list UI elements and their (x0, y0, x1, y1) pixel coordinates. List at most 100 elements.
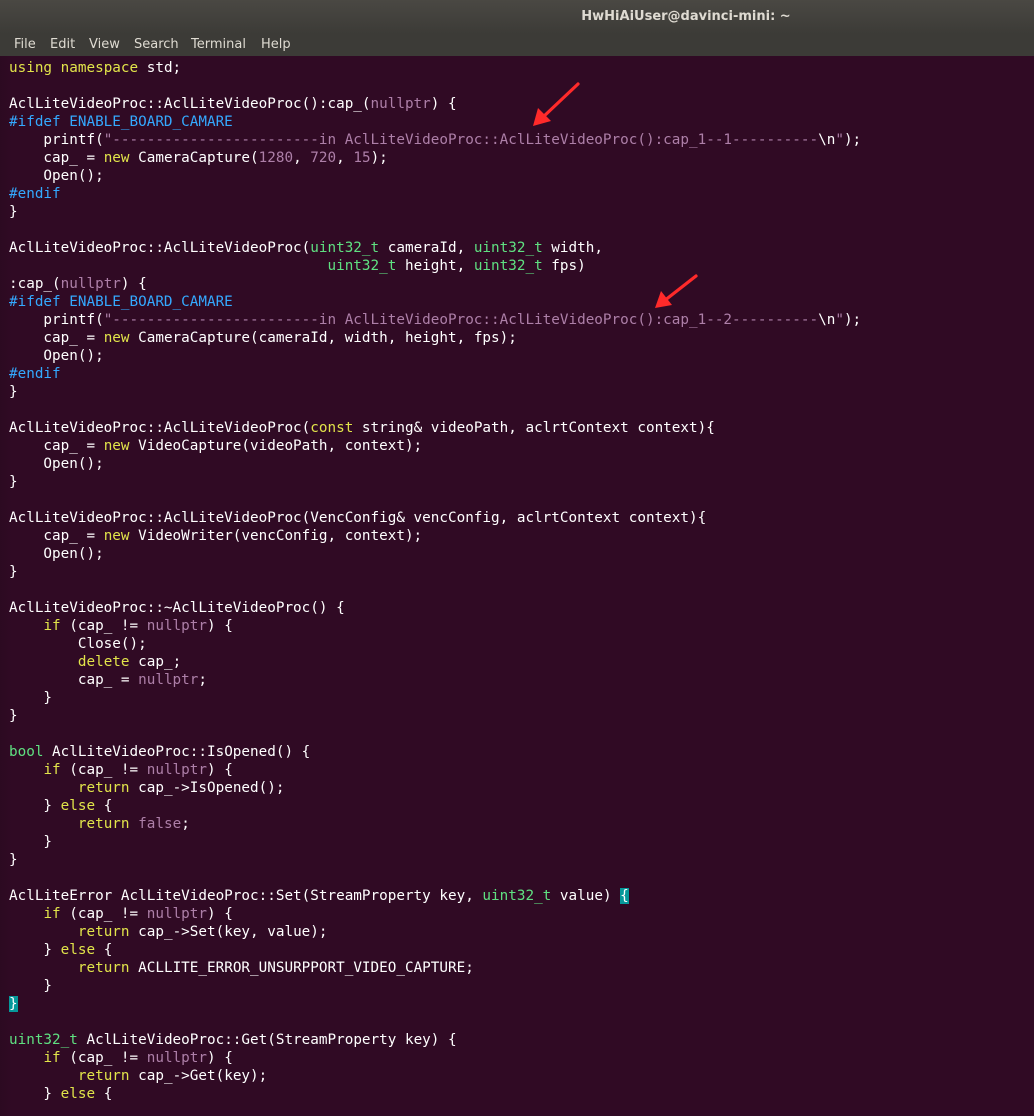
code-token: return (77, 780, 130, 796)
code-token: Open(); (9, 546, 104, 562)
code-token: nullptr (146, 906, 207, 922)
code-token: #endif (9, 186, 61, 202)
code-token: else (60, 942, 96, 958)
code-token: { (95, 798, 113, 814)
code-token: cap_ = (9, 330, 104, 346)
code-token: const (310, 420, 354, 436)
code-line: if (cap_ != nullptr) { (9, 905, 861, 923)
code-token: ; (181, 816, 190, 832)
code-token: bool (9, 744, 44, 760)
code-line: if (cap_ != nullptr) { (9, 761, 861, 779)
menu-edit[interactable]: Edit (50, 37, 75, 52)
code-token: cap_; (129, 654, 182, 670)
code-token: new (103, 528, 130, 544)
code-token: uint32_t (473, 240, 543, 256)
code-line: #endif (9, 365, 861, 383)
code-line: return ACLLITE_ERROR_UNSURPPORT_VIDEO_CA… (9, 959, 861, 977)
code-token: ) { (430, 96, 457, 112)
code-token: uint32_t (473, 258, 543, 274)
code-line: printf("------------------------in AclLi… (9, 131, 861, 149)
code-token: ) { (207, 906, 233, 922)
code-token: (cap_ != (60, 1050, 147, 1066)
code-line: } (9, 473, 861, 491)
text-cursor: { (620, 888, 629, 904)
menu-search[interactable]: Search (134, 37, 179, 52)
code-token: #ifdef ENABLE_BOARD_CAMARE (9, 114, 233, 130)
code-token: { (95, 942, 113, 958)
code-token: cap_ = (9, 150, 104, 166)
code-token: if (43, 618, 61, 634)
code-token: new (103, 150, 130, 166)
code-token: Close(); (9, 636, 147, 652)
code-line: Open(); (9, 167, 861, 185)
code-line: } (9, 851, 861, 869)
code-token: using (9, 60, 53, 76)
code-token: ACLLITE_ERROR_UNSURPPORT_VIDEO_CAPTURE; (129, 960, 474, 976)
window-titlebar[interactable]: HwHiAiUser@davinci-mini: ~ (0, 0, 1034, 34)
code-token: return (77, 1068, 130, 1084)
code-line: } (9, 203, 861, 221)
code-line: bool AclLiteVideoProc::IsOpened() { (9, 743, 861, 761)
code-token: return (77, 816, 130, 832)
code-token: Open(); (9, 456, 104, 472)
code-token: CameraCapture( (129, 150, 259, 166)
code-token: :cap_( (9, 276, 61, 292)
code-line: Open(); (9, 545, 861, 563)
code-token: \n (818, 312, 836, 328)
code-token: CameraCapture(cameraId, width, height, f… (129, 330, 517, 346)
menu-view[interactable]: View (89, 37, 120, 52)
menu-file[interactable]: File (14, 37, 36, 52)
code-token: } (9, 834, 53, 850)
code-line: cap_ = new CameraCapture(1280, 720, 15); (9, 149, 861, 167)
text-cursor: } (9, 996, 18, 1012)
code-token: ) { (207, 618, 233, 634)
menu-help[interactable]: Help (261, 37, 291, 52)
code-token: uint32_t (9, 1032, 78, 1048)
code-line: cap_ = nullptr; (9, 671, 861, 689)
code-token: } (9, 798, 61, 814)
code-token: nullptr (146, 1050, 207, 1066)
menu-terminal[interactable]: Terminal (191, 37, 246, 52)
code-token: ) { (207, 1050, 233, 1066)
code-line: AclLiteVideoProc::AclLiteVideoProc(uint3… (9, 239, 861, 257)
code-line: using namespace std; (9, 59, 861, 77)
code-token: nullptr (370, 96, 431, 112)
code-line: return cap_->Set(key, value); (9, 923, 861, 941)
code-token: nullptr (146, 762, 207, 778)
code-line: cap_ = new VideoWriter(vencConfig, conte… (9, 527, 861, 545)
code-token: } (9, 978, 53, 994)
code-line: printf("------------------------in AclLi… (9, 311, 861, 329)
code-token: (cap_ != (60, 762, 147, 778)
code-token: else (60, 798, 96, 814)
code-token: (cap_ != (60, 618, 147, 634)
code-token: uint32_t (482, 888, 552, 904)
code-line: Close(); (9, 635, 861, 653)
code-token: } (9, 204, 18, 220)
code-token: } (9, 1086, 61, 1102)
terminal-view[interactable]: using namespace std; AclLiteVideoProc::A… (0, 56, 1034, 1116)
code-line: Open(); (9, 347, 861, 365)
code-token: } (9, 852, 18, 868)
code-line: if (cap_ != nullptr) { (9, 1049, 861, 1067)
code-token: "------------------------in AclLiteVideo… (103, 312, 819, 328)
code-token: } (9, 708, 18, 724)
code-token: ; (198, 672, 207, 688)
code-line: } else { (9, 797, 861, 815)
code-line: #ifdef ENABLE_BOARD_CAMARE (9, 293, 861, 311)
code-token: Open(); (9, 348, 104, 364)
code-line: } (9, 833, 861, 851)
code-token: { (95, 1086, 113, 1102)
code-token: AclLiteVideoProc::AclLiteVideoProc(VencC… (9, 510, 707, 526)
code-line: } (9, 563, 861, 581)
code-token: AclLiteVideoProc::~AclLiteVideoProc() { (9, 600, 345, 616)
code-token: VideoWriter(vencConfig, context); (129, 528, 423, 544)
red-arrow-annotation-2 (655, 274, 698, 308)
code-editor-text[interactable]: using namespace std; AclLiteVideoProc::A… (9, 59, 861, 1103)
code-line: cap_ = new CameraCapture(cameraId, width… (9, 329, 861, 347)
